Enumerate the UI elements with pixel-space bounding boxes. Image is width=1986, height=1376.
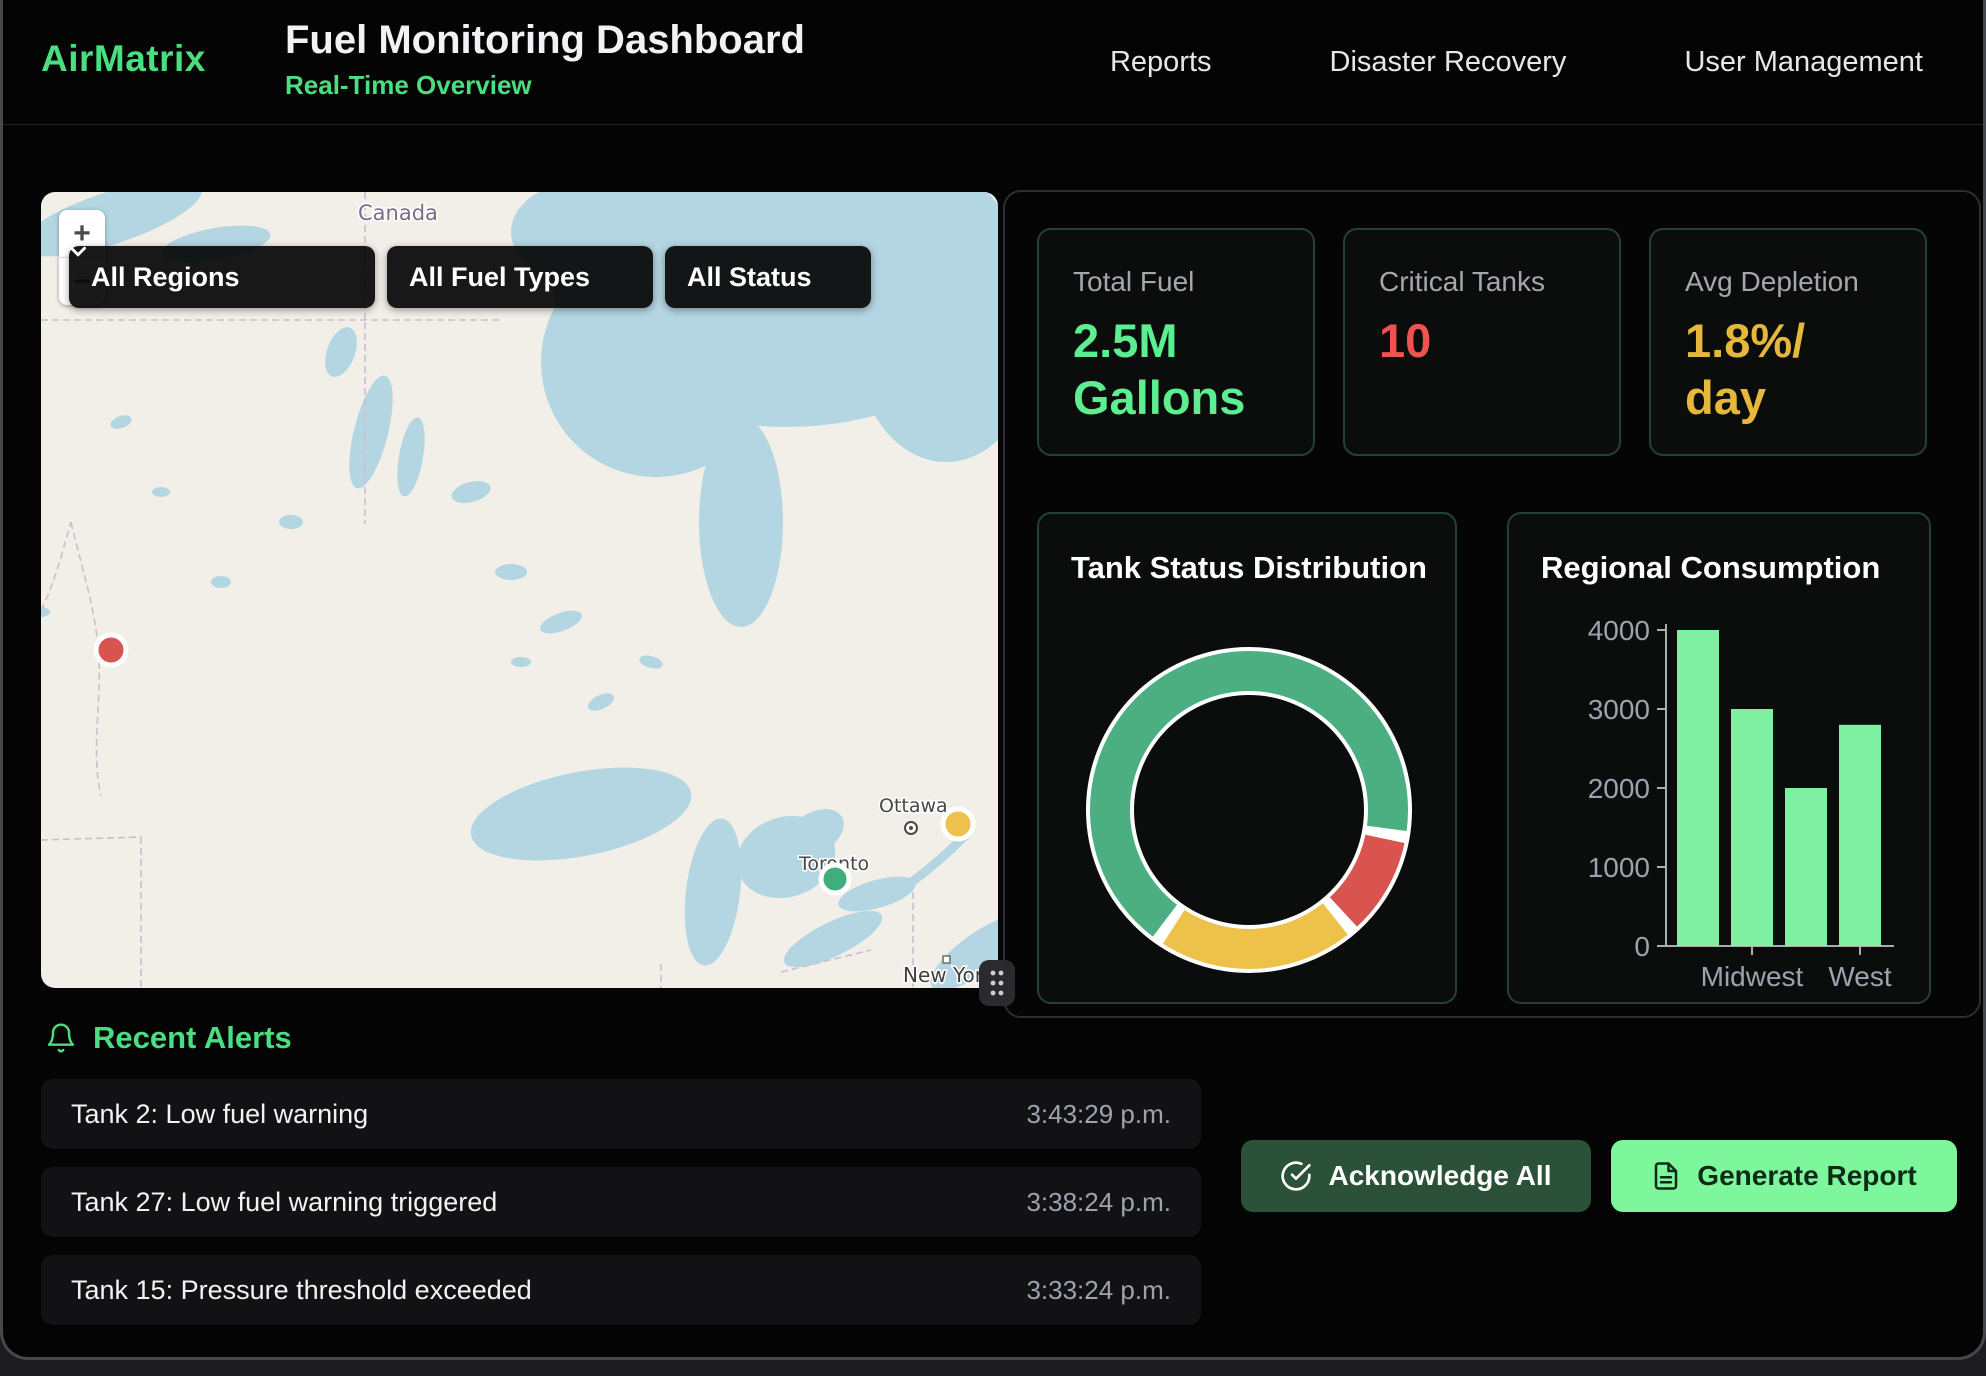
alert-timestamp: 3:43:29 p.m.: [1026, 1099, 1171, 1130]
main-nav: Reports Disaster Recovery User Managemen…: [1110, 0, 1923, 124]
map-label-ottawa: Ottawa: [879, 795, 948, 817]
critical-tanks-label: Critical Tanks: [1379, 266, 1619, 298]
fuel-types-filter-value: All Fuel Types: [409, 262, 590, 293]
svg-text:3000: 3000: [1588, 694, 1650, 725]
alert-timestamp: 3:38:24 p.m.: [1026, 1187, 1171, 1218]
metrics-panel: Total Fuel 2.5M Gallons Critical Tanks 1…: [1003, 190, 1981, 1018]
alerts-title: Recent Alerts: [93, 1020, 292, 1056]
status-filter-dropdown[interactable]: All Status: [665, 246, 871, 308]
town-square-icon: [943, 956, 950, 963]
page-subtitle: Real-Time Overview: [285, 70, 805, 101]
svg-text:4000: 4000: [1588, 615, 1650, 646]
dashboard-window: AirMatrix Fuel Monitoring Dashboard Real…: [0, 0, 1986, 1360]
alert-row[interactable]: Tank 2: Low fuel warning 3:43:29 p.m.: [41, 1079, 1201, 1149]
avg-depletion-card: Avg Depletion 1.8%/ day: [1649, 228, 1927, 456]
critical-tanks-value: 10: [1379, 312, 1619, 369]
regions-filter-value: All Regions: [91, 262, 240, 293]
fuel-types-filter-dropdown[interactable]: All Fuel Types: [387, 246, 653, 308]
svg-text:0: 0: [1634, 931, 1650, 962]
svg-text:1000: 1000: [1588, 852, 1650, 883]
map-label-canada: Canada: [358, 201, 438, 225]
total-fuel-value: 2.5M Gallons: [1073, 312, 1313, 427]
page-title: Fuel Monitoring Dashboard: [285, 16, 805, 64]
generate-report-label: Generate Report: [1697, 1160, 1916, 1192]
nav-item-user-management[interactable]: User Management: [1684, 46, 1923, 79]
alert-message: Tank 27: Low fuel warning triggered: [71, 1187, 497, 1218]
grip-dots-icon: [989, 969, 1005, 997]
regional-consumption-card: Regional Consumption 01000200030004000Mi…: [1507, 512, 1931, 1004]
title-block: Fuel Monitoring Dashboard Real-Time Over…: [285, 16, 805, 101]
nav-item-reports[interactable]: Reports: [1110, 46, 1212, 79]
map-filter-bar: All Regions All Fuel Types All Status: [69, 246, 871, 308]
header-bar: AirMatrix Fuel Monitoring Dashboard Real…: [3, 0, 1983, 125]
critical-tanks-card: Critical Tanks 10: [1343, 228, 1621, 456]
alert-row[interactable]: Tank 27: Low fuel warning triggered 3:38…: [41, 1167, 1201, 1237]
tank-marker-warning[interactable]: [943, 809, 973, 839]
tank-marker-normal[interactable]: [821, 865, 849, 893]
avg-depletion-label: Avg Depletion: [1685, 266, 1925, 298]
tank-marker-critical[interactable]: [96, 635, 126, 665]
ottawa-town-dot-icon: [909, 826, 913, 830]
status-filter-value: All Status: [687, 262, 812, 293]
alert-message: Tank 2: Low fuel warning: [71, 1099, 368, 1130]
svg-text:West: West: [1828, 961, 1891, 992]
alert-timestamp: 3:33:24 p.m.: [1026, 1275, 1171, 1306]
alert-message: Tank 15: Pressure threshold exceeded: [71, 1275, 532, 1306]
map-canvas[interactable]: Canada Ottawa Toronto New York: [41, 192, 998, 988]
brand-logo: AirMatrix: [41, 38, 206, 80]
chevron-down-icon: [69, 246, 87, 257]
tank-status-donut: [1039, 514, 1455, 1002]
map-resize-handle[interactable]: [979, 960, 1015, 1006]
svg-text:2000: 2000: [1588, 773, 1650, 804]
regions-filter-dropdown[interactable]: All Regions: [69, 246, 375, 308]
bell-icon: [45, 1020, 77, 1056]
total-fuel-card: Total Fuel 2.5M Gallons: [1037, 228, 1315, 456]
tank-map[interactable]: Canada Ottawa Toronto New York + − All R…: [41, 192, 998, 988]
nav-item-disaster-recovery[interactable]: Disaster Recovery: [1330, 46, 1567, 79]
file-text-icon: [1651, 1160, 1681, 1192]
alerts-header: Recent Alerts: [45, 1020, 292, 1056]
alert-row[interactable]: Tank 15: Pressure threshold exceeded 3:3…: [41, 1255, 1201, 1325]
acknowledge-all-button[interactable]: Acknowledge All: [1241, 1140, 1591, 1212]
check-circle-icon: [1280, 1160, 1312, 1192]
total-fuel-label: Total Fuel: [1073, 266, 1313, 298]
avg-depletion-value: 1.8%/ day: [1685, 312, 1925, 427]
acknowledge-all-label: Acknowledge All: [1328, 1160, 1551, 1192]
tank-status-card: Tank Status Distribution: [1037, 512, 1457, 1004]
generate-report-button[interactable]: Generate Report: [1611, 1140, 1957, 1212]
svg-text:Midwest: Midwest: [1701, 961, 1804, 992]
regional-consumption-chart: 0 1000 2000 3000 4000 Midwest West: [1509, 514, 1929, 1002]
